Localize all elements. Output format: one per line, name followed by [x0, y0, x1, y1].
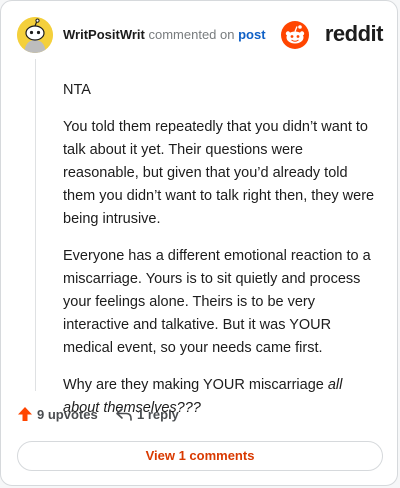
comment-paragraph: NTA — [63, 82, 91, 98]
post-link[interactable]: post — [238, 27, 265, 42]
upvote-count: 9 upvotes — [37, 407, 98, 422]
view-comments-button[interactable]: View 1 comments — [17, 441, 383, 471]
reply-arrow-icon — [116, 408, 132, 421]
comment-header: WritPositWrit commented on post reddit — [17, 15, 384, 55]
reddit-icon — [281, 21, 309, 49]
comment-paragraph: Everyone has a different emotional react… — [63, 248, 371, 356]
action-text: commented on — [148, 27, 235, 42]
reply-count: 1 reply — [137, 407, 179, 422]
author-name[interactable]: WritPositWrit — [63, 27, 145, 42]
comment-text: Why are they making YOUR miscarriage — [63, 377, 328, 393]
comment-paragraph: Why are they making YOUR miscarriage all… — [63, 374, 379, 420]
upvote-arrow-icon — [18, 407, 32, 421]
avatar[interactable] — [17, 17, 53, 53]
thread-line — [35, 59, 36, 391]
comment-body: NTA You told them repeatedly that you di… — [63, 69, 379, 434]
comment-paragraph: You told them repeatedly that you didn’t… — [63, 119, 375, 227]
brand-wordmark: reddit — [324, 21, 384, 46]
byline: WritPositWrit commented on post — [63, 27, 266, 42]
comment-card: WritPositWrit commented on post reddit N… — [0, 0, 398, 486]
